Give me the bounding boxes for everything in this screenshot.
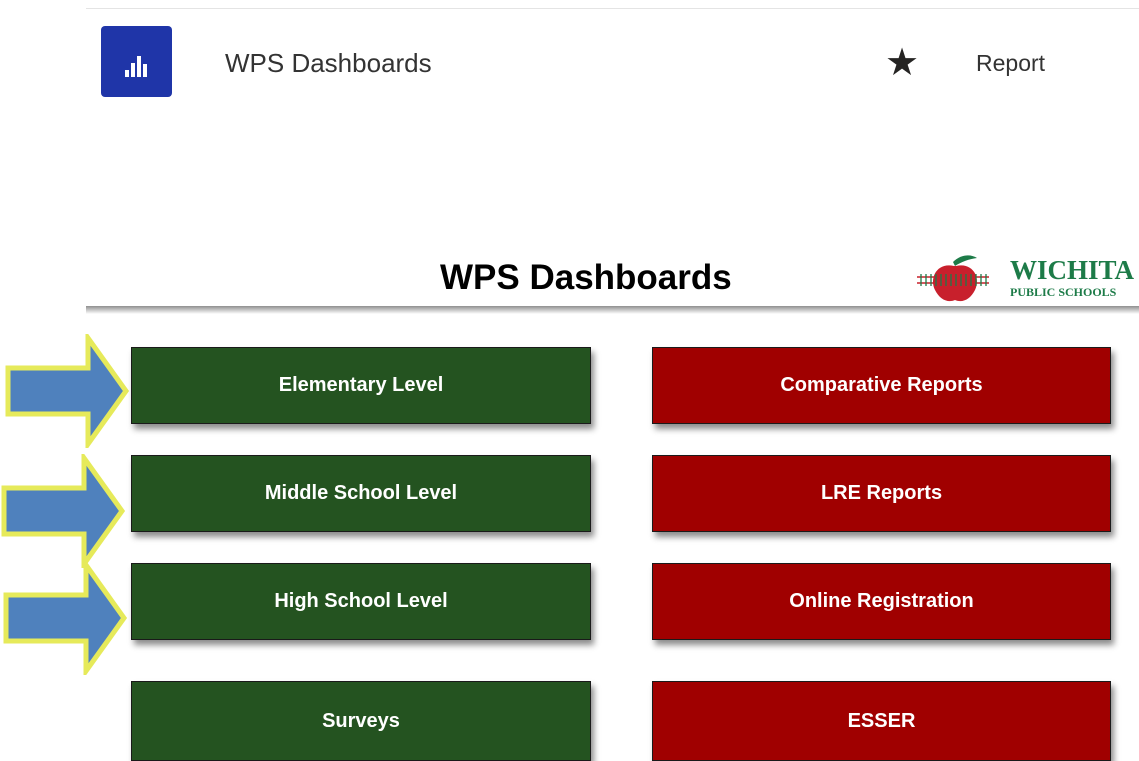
high-school-level-button[interactable]: High School Level xyxy=(131,563,591,640)
arrow-right-icon xyxy=(1,454,126,568)
star-icon[interactable]: ★ xyxy=(885,44,919,82)
online-registration-button[interactable]: Online Registration xyxy=(652,563,1111,640)
report-link[interactable]: Report xyxy=(976,48,1045,78)
top-divider xyxy=(86,8,1139,9)
app-title: WPS Dashboards xyxy=(225,48,432,78)
report-title: WPS Dashboards xyxy=(440,258,732,297)
logo-subtitle: PUBLIC SCHOOLS xyxy=(1010,285,1117,299)
elementary-level-button[interactable]: Elementary Level xyxy=(131,347,591,424)
logo-name: WICHITA xyxy=(1010,255,1135,285)
middle-school-level-button[interactable]: Middle School Level xyxy=(131,455,591,532)
header-divider-shadow xyxy=(86,306,1139,314)
bar-chart-icon xyxy=(125,56,147,77)
arrow-right-icon xyxy=(3,561,128,675)
app-tile[interactable] xyxy=(101,26,172,97)
comparative-reports-button[interactable]: Comparative Reports xyxy=(652,347,1111,424)
arrow-right-icon xyxy=(5,334,130,448)
esser-button[interactable]: ESSER xyxy=(652,681,1111,761)
lre-reports-button[interactable]: LRE Reports xyxy=(652,455,1111,532)
surveys-button[interactable]: Surveys xyxy=(131,681,591,761)
